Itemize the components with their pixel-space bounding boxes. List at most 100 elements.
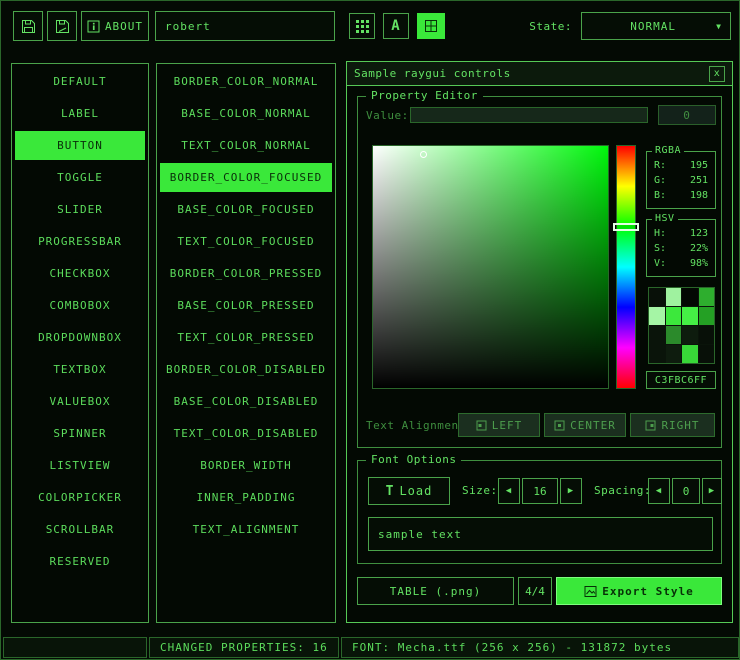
font-load-button[interactable]: T Load [368, 477, 450, 505]
align-right-button[interactable]: RIGHT [630, 413, 715, 437]
text-alignment-label: Text Alignment: [366, 419, 473, 432]
size-decrement-button[interactable]: ◀ [498, 478, 520, 504]
state-value: NORMAL [590, 20, 716, 33]
align-right-label: RIGHT [661, 419, 699, 432]
font-info-text: FONT: Mecha.ttf (256 x 256) - 131872 byt… [352, 641, 672, 654]
properties-list-item[interactable]: BORDER_WIDTH [160, 451, 332, 480]
blue-label: B: [654, 190, 666, 201]
palette-swatch[interactable] [666, 345, 682, 363]
color-picker-panel[interactable] [372, 145, 609, 389]
align-left-icon [476, 420, 487, 431]
properties-list-item[interactable]: BASE_COLOR_DISABLED [160, 387, 332, 416]
palette-swatch[interactable] [649, 345, 665, 363]
rgba-blue-row: B:198 [647, 190, 715, 201]
controls-list-item[interactable]: DROPDOWNBOX [15, 323, 145, 352]
palette-swatch[interactable] [699, 307, 715, 325]
palette-swatch[interactable] [649, 307, 665, 325]
palette-swatch[interactable] [666, 326, 682, 344]
style-name-input[interactable]: robert [155, 11, 335, 41]
controls-list-item[interactable]: RESERVED [15, 547, 145, 576]
properties-list-item[interactable]: INNER_PADDING [160, 483, 332, 512]
sample-text-input[interactable]: sample text [368, 517, 713, 551]
controls-list-item[interactable]: TEXTBOX [15, 355, 145, 384]
statusbar-changed-properties: CHANGED PROPERTIES: 16 [149, 637, 339, 658]
align-center-label: CENTER [570, 419, 616, 432]
rgba-group: RGBA R:195 G:251 B:198 [646, 151, 716, 209]
save-style-button[interactable] [13, 11, 43, 41]
state-dropdown[interactable]: NORMAL ▼ [581, 12, 731, 40]
controls-list-item-selected[interactable]: BUTTON [15, 131, 145, 160]
properties-list-item[interactable]: TEXT_COLOR_DISABLED [160, 419, 332, 448]
value-button[interactable]: 0 [658, 105, 716, 125]
palette-swatch[interactable] [699, 345, 715, 363]
style-name-value: robert [165, 20, 211, 33]
hue-slider[interactable] [616, 145, 636, 389]
properties-list-item[interactable]: BORDER_COLOR_NORMAL [160, 67, 332, 96]
export-style-button[interactable]: Export Style [556, 577, 722, 605]
properties-list-item[interactable]: TEXT_COLOR_NORMAL [160, 131, 332, 160]
palette-swatch[interactable] [682, 345, 698, 363]
toolbar: ABOUT robert A State: NORMAL ▼ [1, 1, 740, 53]
palette-swatch[interactable] [666, 288, 682, 306]
palette-swatch[interactable] [699, 326, 715, 344]
statusbar-left [3, 637, 147, 658]
align-center-button[interactable]: CENTER [544, 413, 626, 437]
color-picker-cursor[interactable] [420, 151, 427, 158]
controls-list-item[interactable]: COLORPICKER [15, 483, 145, 512]
value-v-value: 98% [690, 258, 708, 269]
red-value: 195 [690, 160, 708, 171]
properties-list-item[interactable]: TEXT_COLOR_FOCUSED [160, 227, 332, 256]
style-table-button[interactable] [417, 13, 445, 39]
properties-list-item[interactable]: TEXT_ALIGNMENT [160, 515, 332, 544]
grid-icon [356, 20, 369, 33]
properties-list-item[interactable]: BASE_COLOR_PRESSED [160, 291, 332, 320]
controls-list-item[interactable]: SPINNER [15, 419, 145, 448]
about-button[interactable]: ABOUT [81, 11, 149, 41]
hsv-title: HSV [652, 213, 678, 224]
saturation-label: S: [654, 243, 666, 254]
font-atlas-button[interactable]: A [383, 13, 409, 39]
sample-text-value: sample text [378, 528, 462, 541]
grid-view-button[interactable] [349, 13, 375, 39]
size-value[interactable]: 16 [522, 478, 558, 504]
controls-list-item[interactable]: COMBOBOX [15, 291, 145, 320]
value-slider[interactable] [410, 107, 648, 123]
properties-list-item[interactable]: TEXT_COLOR_PRESSED [160, 323, 332, 352]
properties-list-item[interactable]: BASE_COLOR_NORMAL [160, 99, 332, 128]
properties-list-item-selected[interactable]: BORDER_COLOR_FOCUSED [160, 163, 332, 192]
controls-list-item[interactable]: TOGGLE [15, 163, 145, 192]
export-format-dropdown[interactable]: TABLE (.png) [357, 577, 514, 605]
close-button[interactable]: x [709, 66, 725, 82]
rgba-green-row: G:251 [647, 175, 715, 186]
spacing-increment-button[interactable]: ▶ [702, 478, 722, 504]
letter-a-icon: A [391, 18, 400, 34]
hue-slider-handle[interactable] [613, 223, 639, 231]
spacing-value[interactable]: 0 [672, 478, 700, 504]
size-increment-button[interactable]: ▶ [560, 478, 582, 504]
hex-color-value[interactable]: C3FBC6FF [646, 371, 716, 389]
palette-swatch[interactable] [649, 326, 665, 344]
controls-list-item[interactable]: DEFAULT [15, 67, 145, 96]
palette-swatch[interactable] [682, 288, 698, 306]
save-style-as-button[interactable] [47, 11, 77, 41]
palette-swatch[interactable] [682, 307, 698, 325]
sample-window-titlebar[interactable]: Sample raygui controls x [347, 62, 732, 86]
palette-swatch[interactable] [649, 288, 665, 306]
palette-swatch[interactable] [699, 288, 715, 306]
controls-list-item[interactable]: LISTVIEW [15, 451, 145, 480]
properties-list-item[interactable]: BORDER_COLOR_PRESSED [160, 259, 332, 288]
controls-list-item[interactable]: LABEL [15, 99, 145, 128]
properties-list-item[interactable]: BASE_COLOR_FOCUSED [160, 195, 332, 224]
controls-list-item[interactable]: SLIDER [15, 195, 145, 224]
palette-swatch[interactable] [682, 326, 698, 344]
rgba-title: RGBA [652, 145, 684, 156]
align-left-button[interactable]: LEFT [458, 413, 540, 437]
spacing-decrement-button[interactable]: ◀ [648, 478, 670, 504]
controls-list-item[interactable]: CHECKBOX [15, 259, 145, 288]
properties-list-item[interactable]: BORDER_COLOR_DISABLED [160, 355, 332, 384]
controls-list-item[interactable]: PROGRESSBAR [15, 227, 145, 256]
controls-list-item[interactable]: VALUEBOX [15, 387, 145, 416]
hsv-group: HSV H:123 S:22% V:98% [646, 219, 716, 277]
palette-swatch[interactable] [666, 307, 682, 325]
controls-list-item[interactable]: SCROLLBAR [15, 515, 145, 544]
